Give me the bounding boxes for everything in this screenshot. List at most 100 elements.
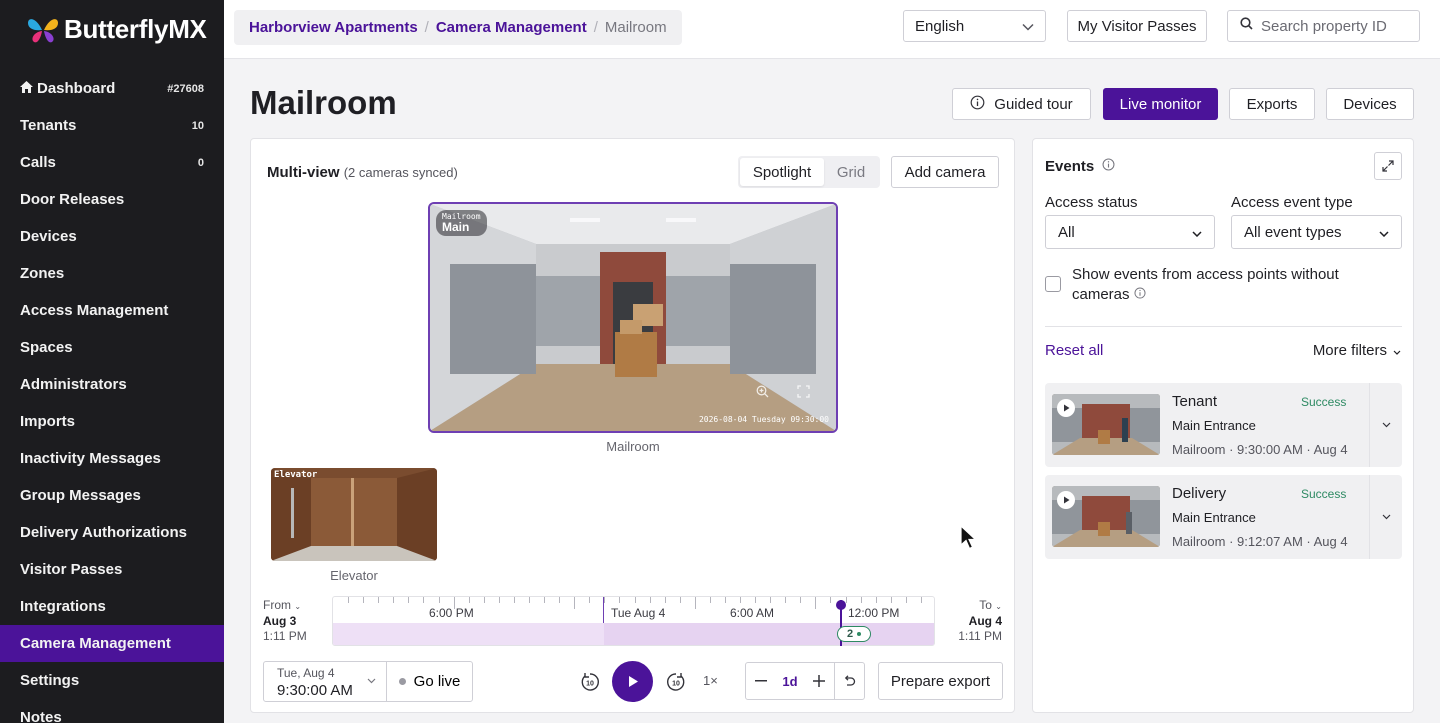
- language-value: English: [915, 17, 965, 35]
- timeline-label: Tue Aug 4: [611, 606, 666, 620]
- live-monitor-button[interactable]: Live monitor: [1103, 88, 1218, 120]
- go-live-button[interactable]: Go live: [386, 661, 473, 702]
- sidebar-item-door-releases[interactable]: Door Releases: [0, 181, 224, 218]
- skip-back-10-button[interactable]: 10: [578, 671, 602, 693]
- sidebar-item-label: Access Management: [20, 302, 169, 319]
- breadcrumb-property-link[interactable]: Harborview Apartments: [249, 19, 418, 36]
- sidebar-item-dashboard[interactable]: Dashboard #27608: [0, 70, 224, 107]
- my-visitor-passes-button[interactable]: My Visitor Passes: [1067, 10, 1207, 42]
- event-thumbnail[interactable]: [1052, 394, 1160, 455]
- zoom-out-button[interactable]: [746, 663, 775, 699]
- to-label: To: [979, 598, 992, 612]
- more-filters-button[interactable]: More filters: [1313, 342, 1401, 359]
- guided-tour-button[interactable]: Guided tour: [952, 88, 1091, 120]
- timeline-tick: [755, 597, 756, 603]
- sidebar-nav: Dashboard #27608 Tenants 10 Calls 0 Door…: [0, 70, 224, 723]
- devices-button[interactable]: Devices: [1326, 88, 1414, 120]
- sidebar-item-tenants[interactable]: Tenants 10: [0, 107, 224, 144]
- event-type-select[interactable]: All event types: [1231, 215, 1402, 249]
- skip-forward-10-button[interactable]: 10: [664, 671, 688, 693]
- camera-main-tag: Mailroom Main: [436, 210, 487, 236]
- info-icon[interactable]: [1102, 158, 1115, 175]
- home-icon: [20, 80, 33, 97]
- brand-logo[interactable]: ButterflyMX: [0, 0, 224, 59]
- info-icon[interactable]: [1134, 286, 1146, 303]
- timeline-tick: [906, 597, 907, 603]
- sidebar-item-group-messages[interactable]: Group Messages: [0, 477, 224, 514]
- language-select[interactable]: English: [903, 10, 1046, 42]
- svg-text:10: 10: [672, 681, 680, 688]
- breadcrumb-camera-management-link[interactable]: Camera Management: [436, 19, 587, 36]
- breadcrumb-current: Mailroom: [604, 19, 667, 36]
- show-events-without-cameras[interactable]: Show events from access points without c…: [1045, 265, 1385, 305]
- sidebar-item-zones[interactable]: Zones: [0, 255, 224, 292]
- add-camera-button[interactable]: Add camera: [891, 156, 999, 188]
- timeline-label: 12:00 PM: [848, 606, 900, 620]
- camera-feed-elevator[interactable]: Elevator: [271, 468, 437, 561]
- play-event-button[interactable]: [1057, 399, 1075, 417]
- checkbox-label: Show events from access points without c…: [1072, 265, 1385, 305]
- expand-event-button[interactable]: [1369, 475, 1402, 559]
- grid-mode-button[interactable]: Grid: [824, 158, 878, 186]
- timeline-to[interactable]: To ⌄ Aug 4 1:11 PM: [958, 598, 1002, 644]
- show-events-checkbox[interactable]: [1045, 276, 1061, 292]
- plus-icon: [813, 675, 826, 687]
- spotlight-mode-button[interactable]: Spotlight: [740, 158, 824, 186]
- camera-caption-mailroom: Mailroom: [606, 439, 660, 454]
- sidebar-item-delivery-authorizations[interactable]: Delivery Authorizations: [0, 514, 224, 551]
- sidebar-item-access-management[interactable]: Access Management: [0, 292, 224, 329]
- timeline-recording-band-today: [604, 623, 934, 645]
- sidebar-item-label: Tenants: [20, 117, 77, 134]
- event-thumbnail[interactable]: [1052, 486, 1160, 547]
- sidebar-item-devices[interactable]: Devices: [0, 218, 224, 255]
- timeline-tick: [348, 597, 349, 603]
- sidebar-item-spaces[interactable]: Spaces: [0, 329, 224, 366]
- playback-date-picker[interactable]: Tue, Aug 4 9:30:00 AM: [263, 661, 387, 702]
- sidebar-item-label: Door Releases: [20, 191, 125, 208]
- search-property-box[interactable]: [1227, 10, 1420, 42]
- property-id-badge: #27608: [167, 82, 204, 95]
- sidebar-item-label: Delivery Authorizations: [20, 524, 187, 541]
- chevron-down-icon: [1393, 342, 1401, 359]
- zoom-in-button[interactable]: [805, 663, 834, 699]
- sidebar-item-inactivity-messages[interactable]: Inactivity Messages: [0, 440, 224, 477]
- sidebar-item-administrators[interactable]: Administrators: [0, 366, 224, 403]
- camera-feed-mailroom[interactable]: Mailroom Main 2026-08-04 Tuesday 09:30:0…: [428, 202, 838, 433]
- sidebar-item-label: Inactivity Messages: [20, 450, 161, 467]
- exports-button[interactable]: Exports: [1229, 88, 1315, 120]
- timeline-playhead-handle[interactable]: [836, 600, 846, 610]
- mouse-cursor-icon: [960, 524, 978, 556]
- event-card[interactable]: Delivery Success Main Entrance Mailroom …: [1045, 475, 1402, 559]
- reset-all-link[interactable]: Reset all: [1045, 342, 1103, 359]
- play-button[interactable]: [612, 661, 653, 702]
- sidebar-item-label: Notes: [20, 709, 62, 723]
- event-name: Delivery: [1172, 485, 1227, 502]
- prepare-export-button[interactable]: Prepare export: [878, 662, 1003, 700]
- timeline-event-badge[interactable]: 2: [837, 626, 871, 642]
- zoom-in-icon[interactable]: [756, 385, 769, 401]
- sidebar-item-visitor-passes[interactable]: Visitor Passes: [0, 551, 224, 588]
- sidebar-item-imports[interactable]: Imports: [0, 403, 224, 440]
- playback-speed[interactable]: 1×: [703, 673, 718, 688]
- event-dot-icon: [857, 632, 862, 636]
- sidebar-item-notes[interactable]: Notes: [0, 699, 224, 723]
- expand-events-button[interactable]: [1374, 152, 1402, 180]
- timeline-tick: [891, 597, 892, 603]
- timeline-from[interactable]: From ⌄ Aug 3 1:11 PM: [263, 598, 307, 644]
- sidebar-item-settings[interactable]: Settings: [0, 662, 224, 699]
- sidebar-item-camera-management[interactable]: Camera Management: [0, 625, 224, 662]
- sidebar-item-integrations[interactable]: Integrations: [0, 588, 224, 625]
- breadcrumb-separator: /: [593, 19, 598, 36]
- expand-event-button[interactable]: [1369, 383, 1402, 467]
- event-card[interactable]: Tenant Success Main Entrance Mailroom · …: [1045, 383, 1402, 467]
- access-status-select[interactable]: All: [1045, 215, 1215, 249]
- search-property-input[interactable]: [1261, 17, 1411, 35]
- sidebar-item-calls[interactable]: Calls 0: [0, 144, 224, 181]
- camera-caption-elevator: Elevator: [330, 568, 378, 583]
- sidebar-item-label: Integrations: [20, 598, 106, 615]
- event-location: Main Entrance: [1172, 418, 1256, 433]
- play-event-button[interactable]: [1057, 491, 1075, 509]
- reset-zoom-button[interactable]: [833, 663, 864, 699]
- fullscreen-icon[interactable]: [797, 385, 810, 401]
- undo-icon: [844, 675, 856, 686]
